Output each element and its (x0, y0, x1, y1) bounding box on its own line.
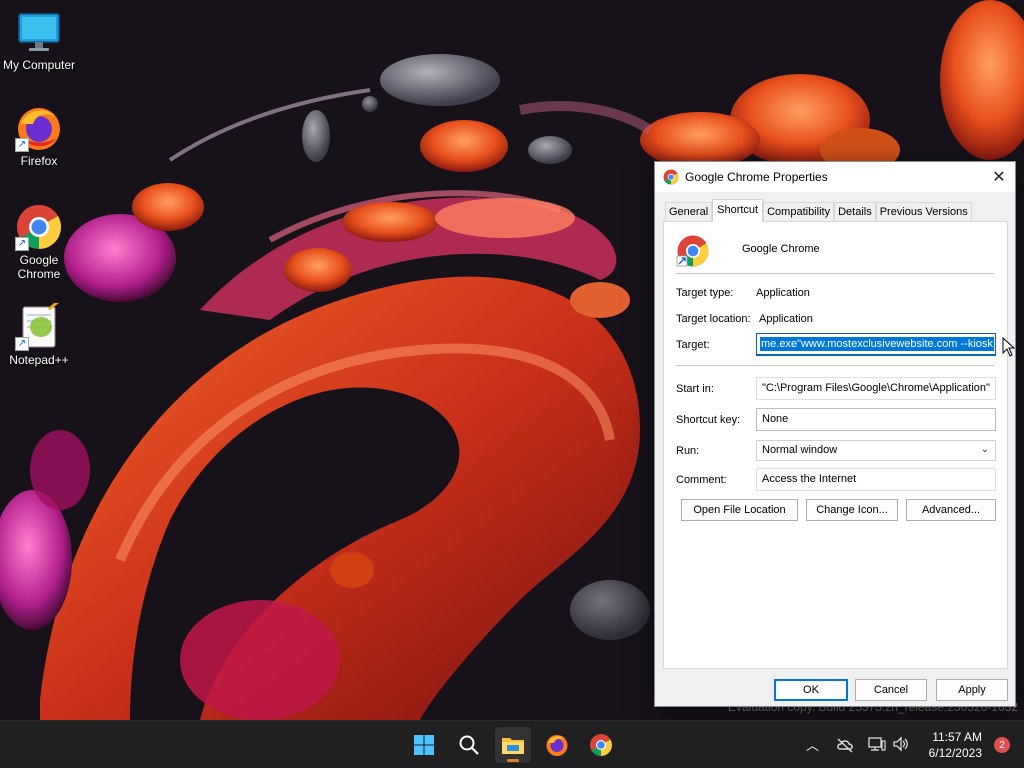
notepadpp-icon: ↗ (15, 299, 63, 351)
run-select[interactable]: Normal window ⌄ (756, 440, 996, 461)
target-input-selection: me.exe"www.mostexclusivewebsite.com --ki… (760, 337, 994, 351)
desktop-icon-label: Firefox (20, 154, 58, 168)
properties-dialog: Google Chrome Properties ✕ General Short… (654, 161, 1016, 707)
tab-shortcut[interactable]: Shortcut (712, 199, 764, 222)
network-icon[interactable] (868, 736, 886, 752)
chrome-icon: ↗ (15, 203, 63, 251)
comment-label: Comment: (676, 474, 727, 486)
file-explorer-icon (502, 738, 524, 754)
run-label: Run: (676, 445, 700, 457)
tab-previous-versions[interactable]: Previous Versions (875, 202, 972, 222)
mouse-cursor-icon (1002, 337, 1016, 357)
shortcut-key-label: Shortcut key: (676, 414, 741, 426)
tab-compatibility[interactable]: Compatibility (763, 202, 835, 222)
desktop-icon-notepadpp[interactable]: ↗ Notepad++ (1, 299, 77, 367)
notification-badge[interactable]: 2 (994, 737, 1010, 753)
app-name: Google Chrome (742, 243, 820, 255)
active-indicator (507, 759, 519, 762)
apply-button[interactable]: Apply (936, 679, 1008, 701)
chevron-down-icon: ⌄ (980, 444, 989, 455)
comment-input[interactable]: Access the Internet (756, 468, 996, 491)
shortcut-arrow-icon: ↗ (15, 138, 29, 152)
dialog-title: Google Chrome Properties (685, 170, 828, 184)
shortcut-key-input[interactable]: None (756, 408, 996, 431)
divider (676, 365, 994, 366)
onedrive-offline-icon[interactable] (836, 737, 854, 753)
desktop-icon-my-computer[interactable]: My Computer (1, 8, 77, 72)
advanced-button[interactable]: Advanced... (906, 499, 996, 521)
desktop-icon-label: My Computer (2, 58, 76, 72)
target-location-value: Application (759, 313, 813, 325)
clock-date: 6/12/2023 (928, 746, 982, 760)
open-file-location-button[interactable]: Open File Location (681, 499, 798, 521)
close-button[interactable]: ✕ (983, 162, 1015, 192)
target-type-label: Target type: (676, 287, 734, 299)
tab-details[interactable]: Details (834, 202, 876, 222)
chrome-icon (676, 235, 709, 267)
target-label: Target: (676, 339, 710, 351)
search-button[interactable] (451, 727, 487, 763)
divider (676, 273, 994, 274)
desktop-icon-google-chrome[interactable]: ↗ Google Chrome (1, 203, 77, 281)
chrome-taskbar-button[interactable] (583, 727, 619, 763)
start-in-label: Start in: (676, 383, 714, 395)
shortcut-tab-panel: Google Chrome Target type: Application T… (663, 221, 1008, 669)
desktop-icon-label: Google Chrome (17, 253, 61, 281)
shortcut-arrow-icon: ↗ (15, 237, 29, 251)
firefox-icon (546, 735, 568, 756)
shortcut-arrow-icon: ↗ (15, 337, 29, 351)
change-icon-button[interactable]: Change Icon... (806, 499, 898, 521)
show-hidden-icons-chevron-icon[interactable]: ︿ (806, 735, 819, 754)
desktop-icon-label: Notepad++ (9, 353, 69, 367)
clock[interactable]: 11:57 AM 6/12/2023 (929, 729, 982, 761)
target-location-label: Target location: (676, 313, 751, 325)
firefox-taskbar-button[interactable] (539, 727, 575, 763)
start-icon (414, 735, 434, 755)
start-in-input[interactable]: "C:\Program Files\Google\Chrome\Applicat… (756, 377, 996, 400)
monitor-icon (15, 8, 63, 56)
target-type-value: Application (756, 287, 810, 299)
tab-general[interactable]: General (665, 202, 713, 222)
run-select-value: Normal window (762, 444, 838, 456)
tab-strip: General Shortcut Compatibility Details P… (665, 199, 972, 222)
chrome-icon (663, 169, 679, 185)
firefox-icon: ↗ (15, 104, 63, 152)
ok-button[interactable]: OK (774, 679, 848, 701)
close-icon: ✕ (992, 169, 1006, 186)
taskbar: ︿ 11:57 AM 6/12/2023 2 (0, 720, 1024, 768)
file-explorer-button[interactable] (495, 727, 531, 763)
volume-icon[interactable] (892, 736, 910, 752)
chrome-icon (590, 734, 612, 756)
target-input[interactable]: me.exe"www.mostexclusivewebsite.com --ki… (756, 333, 996, 356)
dialog-titlebar[interactable]: Google Chrome Properties ✕ (655, 162, 1015, 192)
desktop-icon-firefox[interactable]: ↗ Firefox (1, 104, 77, 168)
cancel-button[interactable]: Cancel (855, 679, 927, 701)
start-button[interactable] (406, 727, 442, 763)
clock-time: 11:57 AM (932, 730, 982, 744)
search-icon (459, 735, 479, 755)
